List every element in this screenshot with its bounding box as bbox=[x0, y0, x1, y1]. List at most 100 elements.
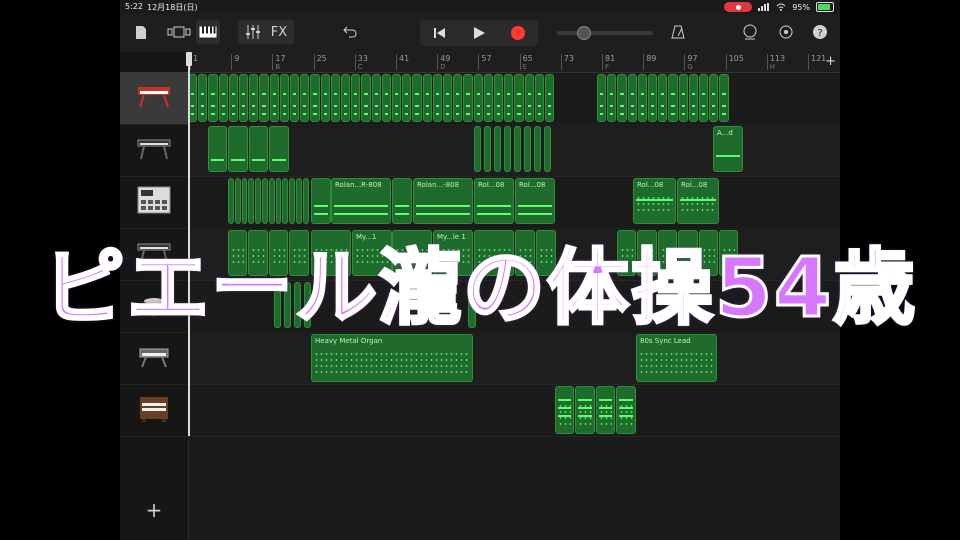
region[interactable] bbox=[330, 74, 340, 122]
region[interactable] bbox=[575, 386, 595, 434]
region[interactable] bbox=[290, 74, 300, 122]
region[interactable] bbox=[341, 74, 351, 122]
region[interactable] bbox=[545, 74, 555, 122]
view-toggle-icon[interactable] bbox=[166, 20, 192, 44]
region[interactable] bbox=[234, 178, 241, 224]
region[interactable] bbox=[617, 74, 627, 122]
region[interactable] bbox=[504, 126, 511, 172]
region[interactable] bbox=[597, 74, 607, 122]
region[interactable] bbox=[709, 74, 719, 122]
region[interactable] bbox=[310, 74, 320, 122]
loop-browser-icon[interactable] bbox=[740, 20, 760, 44]
region[interactable] bbox=[218, 74, 228, 122]
region[interactable] bbox=[648, 74, 658, 122]
region[interactable]: Rolan...-808 bbox=[413, 178, 473, 224]
region[interactable]: A...d bbox=[713, 126, 743, 172]
track-header-7[interactable] bbox=[120, 384, 188, 437]
region[interactable] bbox=[255, 178, 261, 224]
region[interactable] bbox=[524, 126, 531, 172]
region[interactable] bbox=[637, 74, 647, 122]
region[interactable] bbox=[259, 74, 269, 122]
region[interactable] bbox=[361, 74, 371, 122]
region[interactable] bbox=[300, 74, 310, 122]
settings-icon[interactable] bbox=[776, 20, 796, 44]
region[interactable] bbox=[534, 74, 544, 122]
track-header-1[interactable] bbox=[120, 72, 188, 125]
region[interactable] bbox=[248, 178, 255, 224]
region[interactable]: Heavy Metal Organ bbox=[311, 334, 473, 382]
undo-icon[interactable] bbox=[340, 20, 360, 44]
region[interactable] bbox=[371, 74, 381, 122]
region[interactable] bbox=[607, 74, 617, 122]
region[interactable] bbox=[484, 126, 491, 172]
region[interactable]: Rol...08 bbox=[633, 178, 676, 224]
region[interactable] bbox=[279, 74, 289, 122]
go-to-beginning-icon[interactable] bbox=[420, 20, 459, 46]
fx-button[interactable]: FX bbox=[271, 25, 287, 40]
region[interactable] bbox=[719, 74, 729, 122]
region[interactable] bbox=[544, 126, 551, 172]
region[interactable] bbox=[296, 178, 302, 224]
region[interactable] bbox=[402, 74, 412, 122]
region[interactable] bbox=[198, 74, 208, 122]
region[interactable] bbox=[262, 178, 268, 224]
region[interactable]: Rol...08 bbox=[515, 178, 555, 224]
region[interactable] bbox=[514, 126, 521, 172]
region[interactable] bbox=[555, 386, 575, 434]
region[interactable] bbox=[282, 178, 289, 224]
region[interactable] bbox=[302, 178, 309, 224]
region[interactable] bbox=[208, 126, 228, 172]
region[interactable] bbox=[463, 74, 473, 122]
my-songs-icon[interactable] bbox=[132, 20, 150, 44]
master-volume-slider[interactable] bbox=[557, 26, 653, 40]
region[interactable] bbox=[392, 74, 402, 122]
timeline-ruler[interactable]: 1 9 17 B 25 33 C 41 49 D 57 65 E 73 81 F 89 97 G 105 113 H 121… bbox=[188, 52, 840, 73]
region[interactable]: Rol...08 bbox=[474, 178, 514, 224]
volume-knob[interactable] bbox=[577, 26, 591, 40]
region[interactable] bbox=[320, 74, 330, 122]
record-icon[interactable] bbox=[498, 20, 537, 46]
region[interactable] bbox=[381, 74, 391, 122]
region[interactable] bbox=[595, 386, 616, 434]
region[interactable] bbox=[699, 74, 709, 122]
region[interactable] bbox=[453, 74, 463, 122]
region[interactable] bbox=[422, 74, 432, 122]
region[interactable] bbox=[474, 126, 481, 172]
add-track-button[interactable]: + bbox=[144, 498, 164, 522]
region[interactable] bbox=[228, 74, 238, 122]
region[interactable]: Rolan...R-808 bbox=[331, 178, 391, 224]
region[interactable] bbox=[275, 178, 282, 224]
region[interactable] bbox=[269, 126, 289, 172]
region[interactable] bbox=[248, 126, 269, 172]
region[interactable] bbox=[616, 386, 636, 434]
region[interactable] bbox=[392, 178, 412, 224]
region[interactable] bbox=[351, 74, 361, 122]
region[interactable]: 80s Sync Lead bbox=[636, 334, 717, 382]
region[interactable] bbox=[658, 74, 668, 122]
region[interactable] bbox=[412, 74, 422, 122]
region[interactable] bbox=[268, 178, 275, 224]
region[interactable] bbox=[228, 126, 248, 172]
play-icon[interactable] bbox=[459, 20, 498, 46]
region[interactable] bbox=[311, 178, 331, 224]
track-header-2[interactable] bbox=[120, 124, 188, 177]
region[interactable] bbox=[289, 178, 295, 224]
help-icon[interactable]: ? bbox=[810, 20, 830, 44]
region[interactable] bbox=[241, 178, 248, 224]
region[interactable] bbox=[627, 74, 637, 122]
track-header-6[interactable] bbox=[120, 332, 188, 385]
metronome-icon[interactable] bbox=[668, 20, 688, 44]
region[interactable]: Rol...08 bbox=[677, 178, 719, 224]
region[interactable] bbox=[494, 74, 504, 122]
region[interactable] bbox=[249, 74, 259, 122]
region[interactable] bbox=[269, 74, 279, 122]
add-section-button[interactable]: + bbox=[825, 54, 836, 69]
region[interactable] bbox=[504, 74, 514, 122]
region[interactable] bbox=[239, 74, 249, 122]
region[interactable] bbox=[432, 74, 442, 122]
region[interactable] bbox=[473, 74, 483, 122]
region[interactable] bbox=[483, 74, 493, 122]
screen-recording-icon[interactable] bbox=[724, 2, 753, 12]
track-lane[interactable] bbox=[188, 332, 840, 385]
keyboard-icon[interactable] bbox=[196, 20, 220, 44]
